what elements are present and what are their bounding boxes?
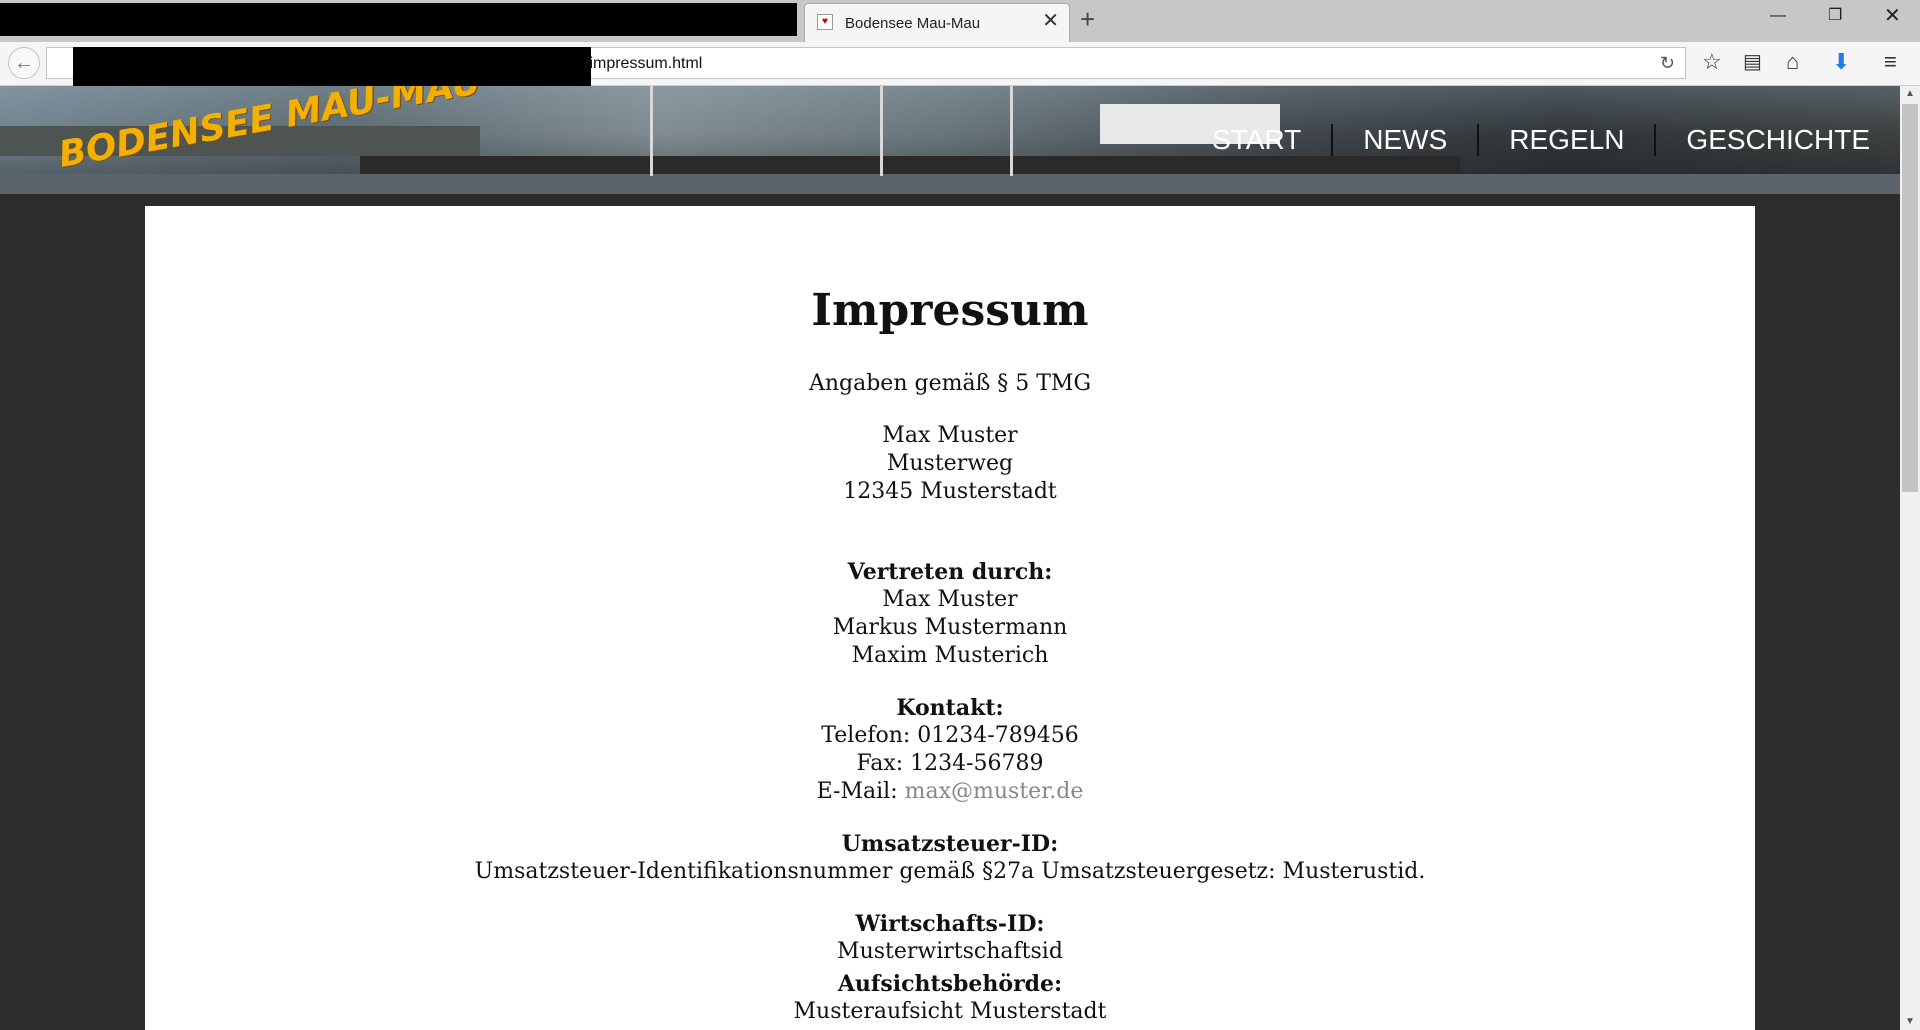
header-photo-mast	[650, 86, 653, 176]
vat-text: Umsatzsteuer-Identifikationsnummer gemäß…	[474, 859, 1426, 884]
main-nav: START NEWS REGELN GESCHICHTE	[1182, 116, 1900, 164]
authority-heading: Aufsichtsbehörde:	[837, 971, 1063, 997]
page-scrollbar[interactable]: ▲ ▼	[1900, 86, 1920, 1030]
representative: Maxim Musterich	[851, 643, 1049, 668]
authority-block: Aufsichtsbehörde: Musteraufsicht Musters…	[145, 970, 1755, 1026]
redacted-url	[73, 47, 591, 89]
impressum-content: Impressum Angaben gemäß § 5 TMG Max Must…	[145, 206, 1755, 1030]
reload-icon[interactable]: ↻	[1660, 53, 1675, 74]
scroll-thumb[interactable]	[1902, 104, 1918, 492]
nav-geschichte[interactable]: GESCHICHTE	[1656, 120, 1900, 160]
header-photo-water	[0, 174, 1900, 194]
nav-news[interactable]: NEWS	[1333, 120, 1477, 160]
tab-title: Bodensee Mau-Mau	[845, 15, 981, 32]
reader-icon[interactable]: ▤	[1743, 47, 1762, 77]
represented-heading: Vertreten durch:	[847, 559, 1053, 585]
new-tab-icon[interactable]: +	[1080, 6, 1095, 32]
download-icon[interactable]: ⬇	[1832, 47, 1850, 77]
address-line: Max Muster	[882, 423, 1018, 448]
back-arrow-icon[interactable]: ←	[8, 47, 40, 79]
nav-regeln[interactable]: REGELN	[1479, 120, 1654, 160]
url-text: /impressum.html	[585, 55, 703, 72]
redacted-tab	[0, 3, 797, 36]
close-window-icon[interactable]: ✕	[1884, 6, 1901, 26]
nav-bar: ← /impressum.html ↻	[0, 42, 1920, 89]
tmg-text: Angaben gemäß § 5 TMG	[808, 371, 1092, 396]
econ-text: Musterwirtschaftsid	[837, 939, 1063, 964]
contact-block: Kontakt: Telefon: 01234-789456 Fax: 1234…	[145, 694, 1755, 806]
close-tab-icon[interactable]: ✕	[1042, 11, 1059, 31]
header-photo-mast	[880, 86, 883, 176]
address-line: Musterweg	[886, 451, 1014, 476]
tab-bar: ♥ Bodensee Mau-Mau ✕ + — ❐ ✕	[0, 0, 1920, 42]
address-line: 12345 Musterstadt	[843, 479, 1057, 504]
url-bar[interactable]: /impressum.html ↻	[46, 47, 1686, 89]
email-label: E-Mail:	[816, 779, 905, 804]
representative: Max Muster	[882, 587, 1018, 612]
address-block: Max Muster Musterweg 12345 Musterstadt	[145, 422, 1755, 506]
header-photo-mast	[1010, 86, 1013, 176]
vat-block: Umsatzsteuer-ID: Umsatzsteuer-Identifika…	[145, 830, 1755, 886]
representative: Markus Mustermann	[832, 615, 1068, 640]
econ-block: Wirtschafts-ID: Musterwirtschaftsid	[145, 910, 1755, 966]
menu-icon[interactable]: ≡	[1884, 47, 1897, 77]
scroll-up-icon[interactable]: ▲	[1900, 86, 1920, 102]
vat-heading: Umsatzsteuer-ID:	[841, 831, 1059, 857]
restore-icon[interactable]: ❐	[1828, 6, 1842, 26]
contact-heading: Kontakt:	[896, 695, 1004, 721]
authority-text: Musteraufsicht Musterstadt	[793, 999, 1107, 1024]
fax-text: Fax: 1234-56789	[856, 751, 1044, 776]
represented-block: Vertreten durch: Max Muster Markus Muste…	[145, 558, 1755, 670]
card-favicon-icon: ♥	[817, 14, 833, 30]
scroll-down-icon[interactable]: ▼	[1900, 1014, 1920, 1030]
active-tab[interactable]: ♥ Bodensee Mau-Mau ✕	[804, 3, 1070, 42]
econ-heading: Wirtschafts-ID:	[855, 911, 1045, 937]
home-icon[interactable]: ⌂	[1786, 47, 1799, 77]
site-header: BODENSEE MAU-MAU START NEWS REGELN GESCH…	[0, 86, 1900, 194]
email-line: E-Mail: max@muster.de	[145, 778, 1755, 806]
page-title: Impressum	[811, 285, 1089, 336]
bookmark-star-icon[interactable]: ☆	[1702, 47, 1722, 77]
phone-text: Telefon: 01234-789456	[821, 723, 1079, 748]
nav-start[interactable]: START	[1182, 120, 1331, 160]
minimize-icon[interactable]: —	[1770, 6, 1786, 26]
email-link[interactable]: max@muster.de	[905, 779, 1084, 804]
